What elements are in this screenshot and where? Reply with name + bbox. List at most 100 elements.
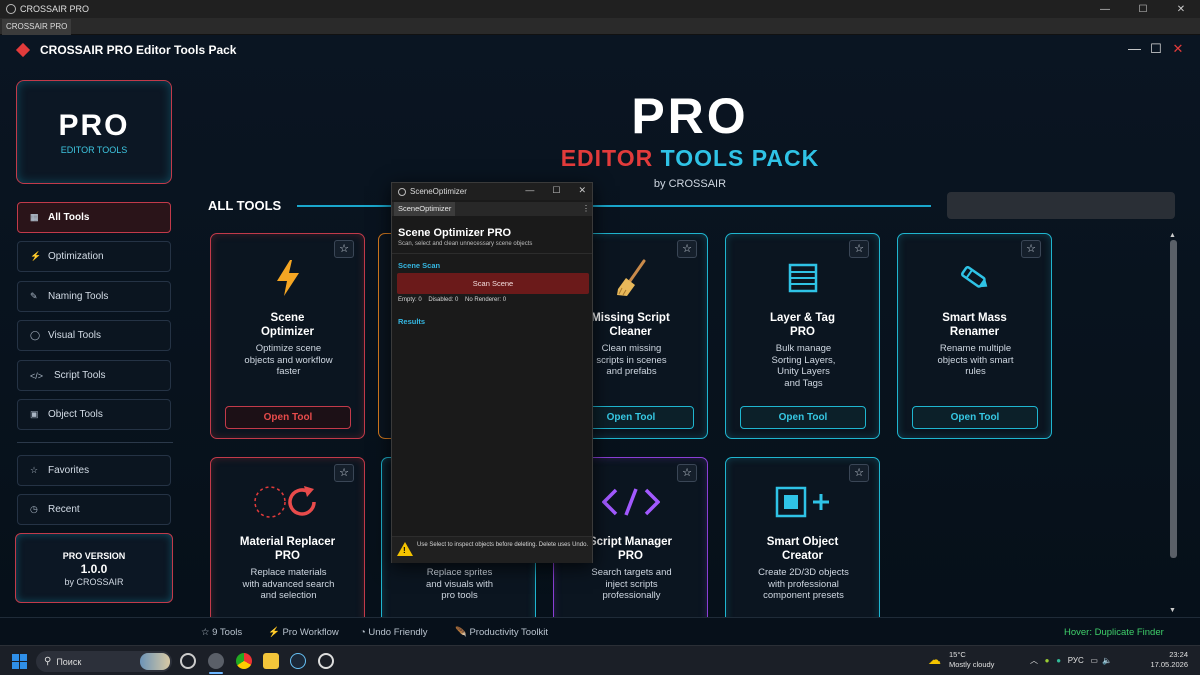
warning-icon: ! bbox=[397, 542, 413, 556]
tab-scene-optimizer[interactable]: SceneOptimizer bbox=[394, 202, 456, 216]
open-tool-button[interactable]: Open Tool bbox=[912, 406, 1038, 429]
favorite-star-button[interactable]: ☆ bbox=[1021, 240, 1041, 258]
card-description: Search targets and inject scripts professi… bbox=[591, 567, 672, 601]
os-window-title: CROSSAIR PRO bbox=[20, 4, 90, 14]
maximize-button[interactable]: ☐ bbox=[1124, 0, 1162, 18]
scrollbar-thumb[interactable] bbox=[1170, 240, 1177, 558]
favorite-star-button[interactable]: ☆ bbox=[849, 240, 869, 258]
kebab-menu-icon[interactable]: ⋮ bbox=[582, 204, 590, 213]
weather-widget[interactable]: 15°C Mostly cloudy bbox=[949, 650, 994, 670]
warning-text: Use Select to inspect objects before del… bbox=[417, 542, 589, 548]
favorite-star-button[interactable]: ☆ bbox=[677, 240, 697, 258]
editor-close-button[interactable]: ✕ bbox=[1172, 41, 1184, 57]
tray-shield-icon[interactable]: ● bbox=[1056, 656, 1061, 665]
lightning-icon: ⚡ bbox=[30, 251, 42, 261]
card-title: Smart Mass Renamer bbox=[942, 312, 1007, 338]
tray-app-icon[interactable]: ● bbox=[1045, 656, 1050, 665]
card-description: Replace sprites and visuals with pro tools bbox=[425, 567, 494, 601]
sidebar-item-recent[interactable]: ◷ Recent bbox=[17, 494, 171, 525]
chrome-icon[interactable] bbox=[236, 653, 252, 669]
add-object-icon bbox=[726, 482, 879, 522]
system-tray: ︿ ● ● РУС ▭ 🔈 bbox=[1030, 655, 1112, 666]
steam-icon[interactable] bbox=[290, 653, 306, 669]
search-input[interactable] bbox=[947, 192, 1175, 219]
tool-card-layer-tag-pro: ☆ Layer & Tag PRO Bulk manage Sorting Laye… bbox=[725, 233, 880, 439]
logo-card: PRO EDITOR TOOLS bbox=[16, 80, 172, 184]
unity-app-icon[interactable] bbox=[208, 653, 224, 669]
unity-icon bbox=[398, 187, 406, 196]
pencil-icon: ✎ bbox=[30, 291, 38, 301]
sidebar-item-label: Script Tools bbox=[54, 370, 106, 381]
hero-sub-tools: TOOLS bbox=[660, 145, 745, 171]
network-icon[interactable]: ▭ bbox=[1090, 656, 1098, 665]
taskbar: ⚲ Поиск ☁ 15°C Mostly cloudy ︿ ● ● РУС ▭… bbox=[0, 645, 1200, 675]
editor-window: CROSSAIR PRO Editor Tools Pack — ☐ ✕ PRO… bbox=[0, 35, 1200, 645]
volume-icon[interactable]: 🔈 bbox=[1102, 656, 1112, 665]
taskbar-search[interactable]: ⚲ Поиск bbox=[36, 651, 172, 672]
close-button[interactable]: ✕ bbox=[1162, 0, 1200, 18]
float-tab-row: SceneOptimizer ⋮ bbox=[392, 202, 592, 216]
weather-desc: Mostly cloudy bbox=[949, 660, 995, 669]
replace-icon bbox=[211, 482, 364, 522]
sidebar-item-script-tools[interactable]: </> Script Tools bbox=[17, 360, 171, 391]
version-by: by CROSSAIR bbox=[64, 577, 124, 587]
card-title: Smart Object Creator bbox=[766, 536, 839, 562]
open-tool-button[interactable]: Open Tool bbox=[225, 406, 351, 429]
status-tools-count: ☆ 9 Tools bbox=[201, 627, 243, 638]
scene-scan-label: Scene Scan bbox=[398, 261, 441, 270]
scroll-down-arrow[interactable]: ▼ bbox=[1169, 607, 1176, 614]
sidebar-item-label: Object Tools bbox=[48, 409, 103, 420]
scroll-up-arrow[interactable]: ▲ bbox=[1169, 232, 1176, 239]
hero-title: PRO bbox=[631, 88, 749, 144]
weather-cloud-icon[interactable]: ☁ bbox=[928, 652, 941, 668]
cube-app-icon[interactable] bbox=[180, 653, 196, 669]
scan-scene-button[interactable]: Scan Scene bbox=[397, 273, 589, 294]
float-maximize-button[interactable]: ☐ bbox=[552, 185, 560, 196]
card-description: Optimize scene objects and workflow faster bbox=[244, 343, 333, 377]
sidebar-item-visual-tools[interactable]: ◯ Visual Tools bbox=[17, 320, 171, 351]
tool-card-smart-object-creator: ☆ Smart Object Creator Create 2D/3D objec… bbox=[725, 457, 880, 627]
object-icon: ▣ bbox=[30, 409, 39, 419]
sidebar-item-favorites[interactable]: ☆ Favorites bbox=[17, 455, 171, 486]
tab-crossair-pro[interactable]: CROSSAIR PRO bbox=[2, 19, 72, 35]
tool-card-scene-optimizer: ☆ Scene Optimizer Optimize scene objects a… bbox=[210, 233, 365, 439]
windows-start-button[interactable] bbox=[12, 654, 27, 669]
favorite-star-button[interactable]: ☆ bbox=[849, 464, 869, 482]
crossair-app-icon[interactable] bbox=[318, 653, 334, 669]
sidebar-item-label: Visual Tools bbox=[48, 330, 101, 341]
search-highlight-image bbox=[140, 653, 170, 670]
scene-optimizer-subheading: Scan, select and clean unnecessary scene… bbox=[398, 241, 533, 247]
tool-card-material-replacer: ☆ Material Replacer PRO Replace materials… bbox=[210, 457, 365, 627]
scene-optimizer-titlebar: SceneOptimizer — ☐ ✕ bbox=[392, 183, 592, 200]
sidebar-item-label: Optimization bbox=[48, 251, 104, 262]
sidebar-item-label: Naming Tools bbox=[48, 291, 109, 302]
editor-header: CROSSAIR PRO Editor Tools Pack — ☐ ✕ bbox=[0, 35, 1200, 65]
open-tool-button[interactable]: Open Tool bbox=[740, 406, 866, 429]
card-title: Layer & Tag PRO bbox=[770, 312, 835, 338]
file-explorer-icon[interactable] bbox=[263, 653, 279, 669]
taskbar-search-label: Поиск bbox=[56, 656, 82, 667]
float-minimize-button[interactable]: — bbox=[525, 185, 534, 196]
sidebar-item-naming-tools[interactable]: ✎ Naming Tools bbox=[17, 281, 171, 312]
card-description: Bulk manage Sorting Layers, Unity Layers an… bbox=[771, 343, 836, 389]
logo-text: PRO bbox=[58, 109, 130, 142]
sidebar-divider bbox=[17, 442, 173, 443]
favorite-star-button[interactable]: ☆ bbox=[334, 464, 354, 482]
circle-icon: ◯ bbox=[30, 330, 41, 340]
taskbar-clock[interactable]: 23:24 17.05.2026 bbox=[1150, 650, 1188, 670]
status-hover: Hover: Duplicate Finder bbox=[1064, 627, 1164, 638]
card-title: Material Replacer PRO bbox=[239, 536, 336, 562]
sidebar-item-optimization[interactable]: ⚡ Optimization bbox=[17, 241, 171, 272]
warning-bar: ! Use Select to inspect objects before d… bbox=[392, 536, 592, 563]
minimize-button[interactable]: — bbox=[1086, 0, 1124, 18]
scene-optimizer-title: SceneOptimizer bbox=[410, 187, 467, 196]
sidebar-item-all-tools[interactable]: ▦ All Tools bbox=[17, 202, 171, 233]
editor-maximize-button[interactable]: ☐ bbox=[1150, 41, 1162, 57]
sidebar-item-object-tools[interactable]: ▣ Object Tools bbox=[17, 399, 171, 430]
favorite-star-button[interactable]: ☆ bbox=[334, 240, 354, 258]
tray-chevron-icon[interactable]: ︿ bbox=[1030, 656, 1038, 665]
favorite-star-button[interactable]: ☆ bbox=[677, 464, 697, 482]
editor-minimize-button[interactable]: — bbox=[1128, 41, 1141, 57]
language-indicator[interactable]: РУС bbox=[1068, 656, 1084, 665]
float-close-button[interactable]: ✕ bbox=[578, 185, 586, 196]
